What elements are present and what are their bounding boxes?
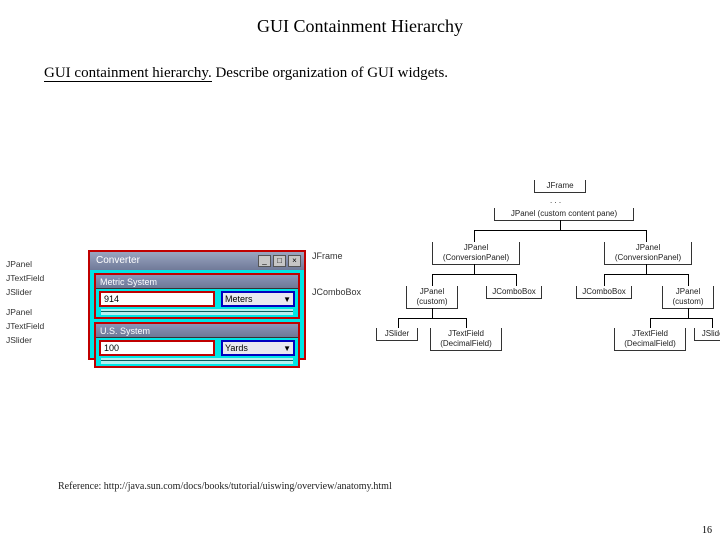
node-decfield-r: JTextField (DecimalField) [614, 328, 686, 351]
node-convpanel-r: JPanel (ConversionPanel) [604, 242, 692, 265]
converter-window: Converter _ □ × Metric System 914 Meters… [88, 250, 306, 360]
node-jframe: JFrame [534, 180, 586, 193]
subtitle: GUI containment hierarchy. Describe orga… [0, 37, 720, 82]
node-decfield-l: JTextField (DecimalField) [430, 328, 502, 351]
reference-text: Reference: http://java.sun.com/docs/book… [58, 481, 392, 492]
chevron-down-icon: ▼ [283, 295, 291, 304]
page-number: 16 [702, 525, 712, 536]
metric-unit-combo: Meters ▼ [221, 291, 295, 307]
metric-unit-label: Meters [225, 294, 253, 304]
us-slider [101, 358, 293, 364]
subtitle-lead: GUI containment hierarchy. [44, 65, 212, 82]
label-jpanel-2: JPanel [6, 306, 84, 318]
node-combo-l: JComboBox [486, 286, 542, 299]
chevron-down-icon: ▼ [283, 344, 291, 353]
us-unit-combo: Yards ▼ [221, 340, 295, 356]
panel-metric-header: Metric System [96, 275, 298, 289]
label-jpanel-1: JPanel [6, 258, 84, 270]
node-combo-r: JComboBox [576, 286, 632, 299]
node-contentpane: JPanel (custom content pane) [494, 208, 634, 221]
us-value-field: 100 [99, 340, 215, 356]
panel-us: U.S. System 100 Yards ▼ [94, 322, 300, 368]
label-jslider-1: JSlider [6, 286, 84, 298]
label-jslider-2: JSlider [6, 334, 84, 346]
tree-ellipsis: . . . [550, 196, 561, 206]
us-unit-label: Yards [225, 343, 248, 353]
label-jtextfield-2: JTextField [6, 320, 84, 332]
metric-value-field: 914 [99, 291, 215, 307]
node-jslider-r: JSlider [694, 328, 720, 341]
panel-metric: Metric System 914 Meters ▼ [94, 273, 300, 319]
left-labels: JPanel JTextField JSlider JPanel JTextFi… [6, 258, 84, 354]
label-jtextfield-1: JTextField [6, 272, 84, 284]
subtitle-rest: Describe organization of GUI widgets. [212, 65, 448, 81]
node-custpanel-l: JPanel (custom) [406, 286, 458, 309]
panel-us-header: U.S. System [96, 324, 298, 338]
node-convpanel-l: JPanel (ConversionPanel) [432, 242, 520, 265]
metric-slider [101, 309, 293, 315]
node-custpanel-r: JPanel (custom) [662, 286, 714, 309]
hierarchy-tree: JFrame . . . JPanel (custom content pane… [404, 180, 716, 400]
node-jslider-l: JSlider [376, 328, 418, 341]
diagram-area: JPanel JTextField JSlider JPanel JTextFi… [4, 180, 716, 400]
close-icon: × [288, 255, 301, 267]
label-jframe: JFrame [312, 250, 361, 262]
maximize-icon: □ [273, 255, 286, 267]
converter-titlebar: Converter _ □ × [90, 252, 304, 270]
converter-title: Converter [96, 252, 140, 270]
label-jcombobox: JComboBox [312, 286, 361, 298]
minimize-icon: _ [258, 255, 271, 267]
right-labels: JFrame JComboBox [312, 250, 361, 322]
page-title: GUI Containment Hierarchy [0, 0, 720, 37]
